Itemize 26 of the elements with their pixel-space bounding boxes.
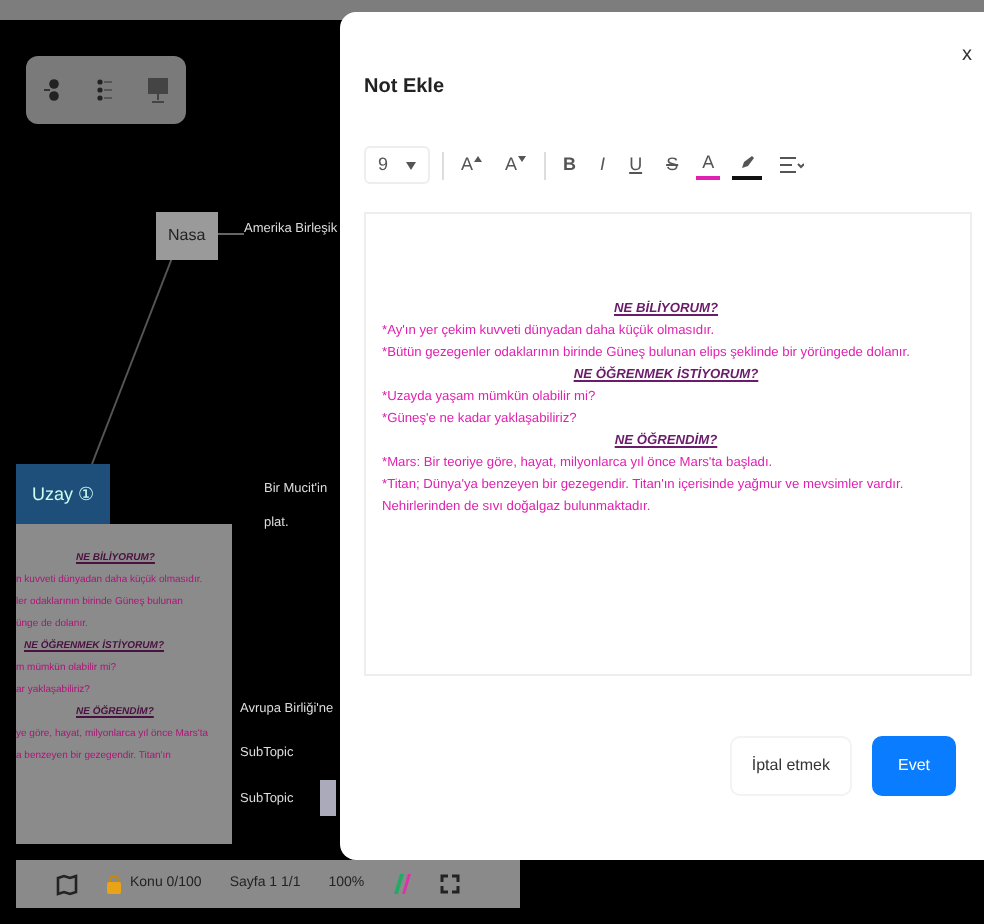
lock-icon: [106, 874, 122, 894]
map-icon[interactable]: [56, 873, 78, 895]
text-color-button[interactable]: A: [696, 150, 721, 180]
strikethrough-button[interactable]: S: [660, 152, 685, 178]
font-size-select[interactable]: 9: [364, 146, 430, 184]
fullscreen-icon[interactable]: [440, 874, 461, 894]
caret-down-icon: [517, 156, 526, 162]
caret-up-icon: [473, 156, 482, 162]
confirm-button[interactable]: Evet: [871, 736, 956, 796]
align-icon: [780, 156, 805, 175]
node-handle[interactable]: [320, 780, 336, 816]
monitor-icon[interactable]: [146, 76, 170, 104]
topic-node[interactable]: Nasa: [156, 212, 218, 260]
underline-button[interactable]: U: [623, 152, 649, 178]
increase-font-button[interactable]: A: [455, 152, 488, 178]
close-button[interactable]: x: [962, 40, 972, 70]
topic-node[interactable]: Uzay ①: [16, 464, 111, 527]
bold-button[interactable]: B: [557, 152, 583, 178]
caret-icon: [405, 161, 416, 170]
dialog-title: Not Ekle: [364, 74, 447, 102]
decrease-font-button[interactable]: A: [499, 152, 532, 178]
list-icon[interactable]: [94, 76, 114, 104]
connector-line: [215, 233, 245, 235]
italic-button[interactable]: I: [594, 152, 612, 178]
layout-icon[interactable]: [42, 76, 62, 104]
cancel-button[interactable]: İptal etmek: [729, 736, 852, 796]
